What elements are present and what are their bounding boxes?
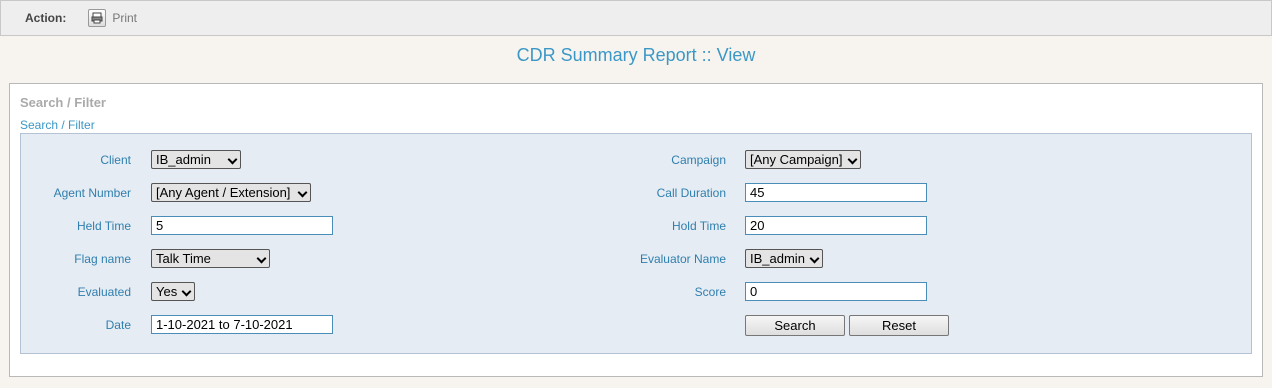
- search-filter-link[interactable]: Search / Filter: [20, 118, 95, 132]
- campaign-value: [Any Campaign]: [750, 152, 843, 167]
- filter-form: Client IB_admin Agent Number [Any Agent …: [20, 133, 1252, 354]
- flag-name-value: Talk Time: [156, 251, 211, 266]
- client-value: IB_admin: [156, 152, 211, 167]
- hold-time-input[interactable]: 20: [745, 216, 927, 235]
- panel-heading: Search / Filter: [20, 95, 106, 110]
- search-button[interactable]: Search: [745, 315, 845, 336]
- client-select[interactable]: IB_admin: [151, 150, 241, 169]
- campaign-label: Campaign: [671, 153, 726, 167]
- action-bar: Action: Print: [0, 0, 1272, 36]
- evaluator-name-label: Evaluator Name: [639, 252, 726, 266]
- score-value: 0: [750, 284, 758, 299]
- print-button[interactable]: Print: [88, 9, 137, 27]
- agent-number-select[interactable]: [Any Agent / Extension]: [151, 183, 311, 202]
- agent-number-label: Agent Number: [53, 186, 131, 200]
- agent-number-value: [Any Agent / Extension]: [156, 185, 291, 200]
- evaluator-name-value: IB_admin: [750, 251, 805, 266]
- print-icon[interactable]: [88, 9, 107, 27]
- search-filter-panel: Search / Filter Search / Filter Client I…: [9, 83, 1263, 377]
- evaluated-select[interactable]: Yes: [151, 282, 195, 301]
- call-duration-value: 45: [750, 185, 765, 200]
- call-duration-input[interactable]: 45: [745, 183, 927, 202]
- flag-name-select[interactable]: Talk Time: [151, 249, 270, 268]
- held-time-label: Held Time: [76, 219, 131, 233]
- print-label[interactable]: Print: [112, 11, 137, 25]
- date-label: Date: [105, 318, 131, 332]
- score-input[interactable]: 0: [745, 282, 927, 301]
- held-time-input[interactable]: 5: [151, 216, 333, 235]
- call-duration-label: Call Duration: [656, 186, 726, 200]
- client-label: Client: [100, 153, 131, 167]
- reset-button[interactable]: Reset: [849, 315, 949, 336]
- campaign-select[interactable]: [Any Campaign]: [745, 150, 861, 169]
- flag-name-label: Flag name: [74, 252, 131, 266]
- action-label: Action:: [25, 11, 67, 25]
- page-title: CDR Summary Report :: View: [516, 45, 756, 65]
- evaluator-name-select[interactable]: IB_admin: [745, 249, 823, 268]
- score-label: Score: [694, 285, 726, 299]
- held-time-value: 5: [156, 218, 164, 233]
- hold-time-label: Hold Time: [671, 219, 726, 233]
- evaluated-label: Evaluated: [77, 285, 131, 299]
- hold-time-value: 20: [750, 218, 765, 233]
- date-value: 1-10-2021 to 7-10-2021: [156, 317, 293, 332]
- evaluated-value: Yes: [156, 284, 178, 299]
- date-input[interactable]: 1-10-2021 to 7-10-2021: [151, 315, 333, 334]
